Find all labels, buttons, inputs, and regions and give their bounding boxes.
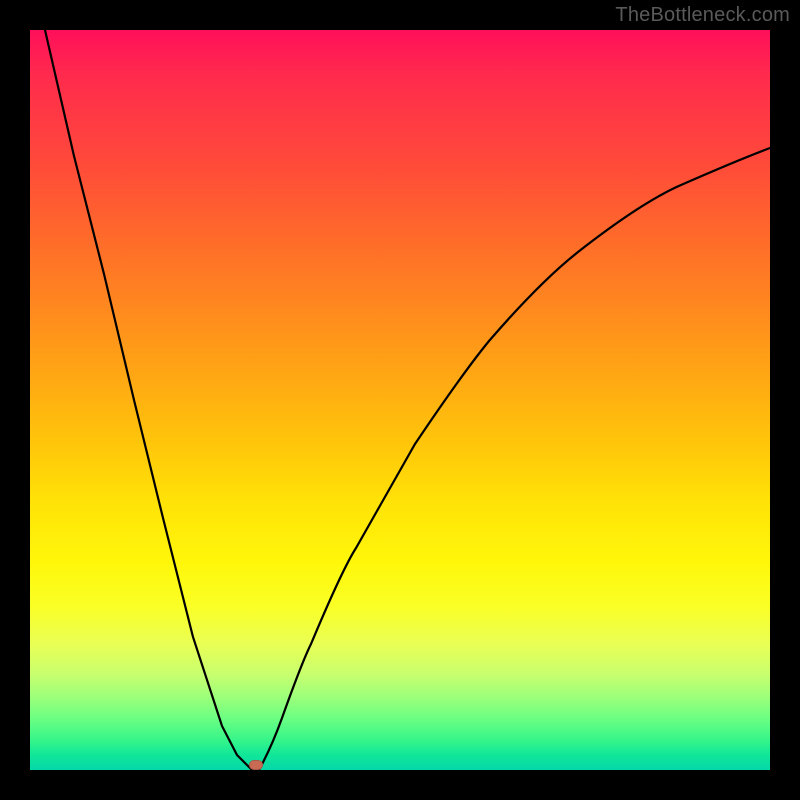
minimum-marker	[249, 760, 263, 770]
bottleneck-curve	[30, 30, 770, 770]
curve-right-branch	[259, 148, 770, 770]
curve-left-branch	[45, 30, 252, 770]
plot-area	[30, 30, 770, 770]
attribution-label: TheBottleneck.com	[615, 4, 790, 27]
chart-frame: TheBottleneck.com	[0, 0, 800, 800]
